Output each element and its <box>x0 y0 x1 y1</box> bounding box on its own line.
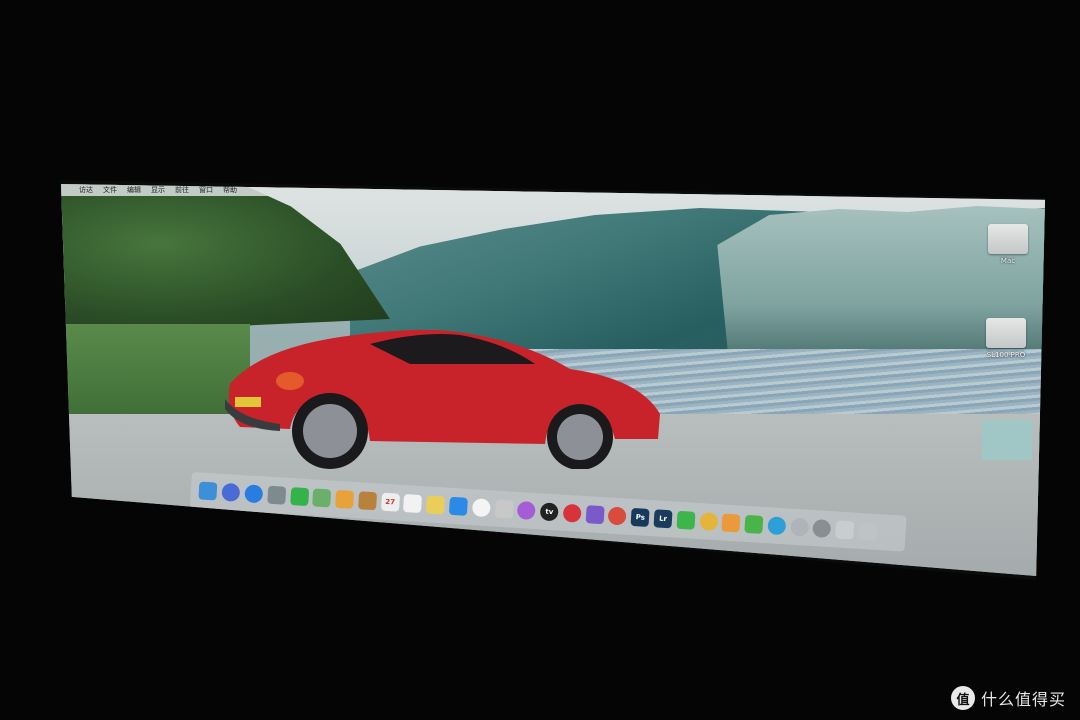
watermark: 值 什么值得买 <box>950 686 1066 710</box>
hard-drive-icon <box>986 318 1026 348</box>
dock-final-cut-icon[interactable] <box>585 505 605 525</box>
desktop-disk-mac[interactable]: Mac <box>986 224 1030 270</box>
sogou-input-icon[interactable] <box>983 186 990 194</box>
dock-maps-icon[interactable] <box>312 488 332 508</box>
dock-app-store-icon[interactable] <box>448 496 468 516</box>
menu-file[interactable]: 文件 <box>103 185 117 195</box>
display-icon[interactable] <box>870 186 878 194</box>
spotlight-search-icon[interactable] <box>996 186 1003 194</box>
dock-safari-icon[interactable] <box>244 484 264 504</box>
dock-wechat-icon[interactable] <box>676 510 696 530</box>
dock-messages-icon[interactable] <box>289 487 309 507</box>
desktop-disk-sl100[interactable]: SL100 PRO <box>984 318 1028 364</box>
dock-tool-red-icon[interactable] <box>608 506 628 526</box>
dock-photos-icon[interactable] <box>335 489 355 509</box>
dock-finder-icon[interactable] <box>198 481 218 501</box>
disk-label: SL100 PRO <box>986 351 1026 359</box>
dock-reminders-icon[interactable] <box>403 494 423 514</box>
dock-pages-icon[interactable] <box>721 513 741 533</box>
menu-window[interactable]: 窗口 <box>199 185 213 195</box>
wallpaper-red-car <box>225 329 660 469</box>
hard-drive-icon <box>988 224 1028 254</box>
screen-icon[interactable] <box>844 186 852 194</box>
dock-siri-icon[interactable] <box>221 482 241 502</box>
volume-icon[interactable] <box>909 186 917 194</box>
dock-apple-tv-icon[interactable]: tv <box>539 502 559 522</box>
menu-view[interactable]: 显示 <box>151 185 165 195</box>
dock-trash-icon[interactable] <box>858 521 878 541</box>
dock-calendar-icon[interactable]: 27 <box>380 492 400 512</box>
dock-preferences-icon[interactable] <box>812 519 832 539</box>
mic-icon[interactable] <box>857 186 865 194</box>
disk-label: Mac <box>1000 257 1016 265</box>
watermark-text: 什么值得买 <box>980 690 1066 709</box>
dock-numbers-icon[interactable] <box>744 514 764 534</box>
dock-notes-brown-icon[interactable] <box>357 491 377 511</box>
menu-finder[interactable]: 访达 <box>79 185 93 195</box>
wifi-icon[interactable] <box>896 186 904 194</box>
siri-icon[interactable] <box>1009 186 1016 194</box>
menu-edit[interactable]: 编辑 <box>127 185 141 195</box>
dock-telegram-icon[interactable] <box>767 516 787 536</box>
status-area: 周三 下午10:59 <box>842 185 1045 195</box>
mac-desktop-screen: 访达 文件 编辑 显示 前往 窗口 帮助 周三 下午10:59 Mac SL10… <box>60 184 1046 577</box>
dock-netease-music-icon[interactable] <box>562 503 582 523</box>
dock-photos-booth-icon[interactable] <box>266 485 287 505</box>
dock-music-icon[interactable] <box>471 498 491 518</box>
menubar-clock[interactable]: 周三 下午10:59 <box>925 185 975 195</box>
dock-preview-icon[interactable] <box>835 520 855 540</box>
watermark-badge: 值 <box>950 686 975 710</box>
dock-photoshop-icon[interactable]: Ps <box>630 507 650 527</box>
cast-icon[interactable] <box>883 186 891 194</box>
dock-chrome-icon[interactable] <box>698 512 719 532</box>
dock-podcasts-icon[interactable] <box>517 500 537 521</box>
dock-stickies-icon[interactable] <box>426 495 446 515</box>
notification-center-icon[interactable] <box>1022 186 1029 194</box>
dock-lightroom-icon[interactable]: Lr <box>653 509 673 529</box>
menu-go[interactable]: 前往 <box>175 185 189 195</box>
dock-launchpad-icon[interactable] <box>789 517 809 537</box>
dock-books-icon[interactable] <box>494 499 514 519</box>
desktop-folder-icon[interactable] <box>982 420 1032 460</box>
